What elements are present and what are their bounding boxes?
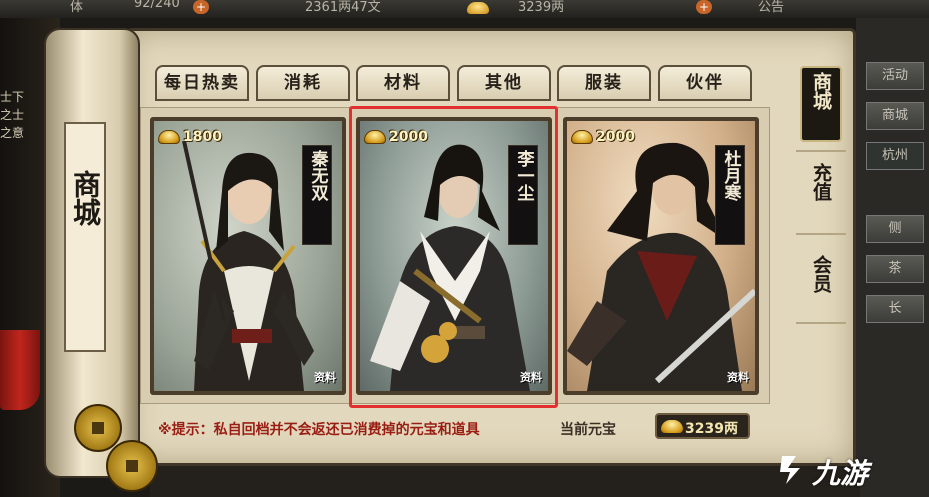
companion-card-du-yuehan[interactable]: 2000 杜月寒 资料 [563,117,759,395]
info-link[interactable]: 资料 [314,369,336,385]
side-item-3[interactable]: 长 [866,295,924,323]
stamina-value: 92/240 [134,0,180,11]
add-ingot-icon[interactable]: + [696,0,712,14]
ingot-icon [661,420,683,433]
page-title: 商城 [64,170,106,256]
bottom-bar [150,466,860,497]
current-ingot-label: 当前元宝 [560,422,616,438]
card-price: 1800 [183,129,222,145]
selection-highlight [349,106,558,408]
side-tab-shop-label: 商城 [810,72,832,110]
location-label: 杭州 [866,142,924,170]
side-text-1: 士下 [0,90,25,104]
tab-daily-hot[interactable]: 每日热卖 [155,65,249,101]
tab-companions[interactable]: 伙伴 [658,65,752,101]
stamina-label: 体 [70,0,84,15]
watermark-logo-icon [780,456,800,484]
side-item-1[interactable]: 侧 [866,215,924,243]
side-tab-recharge-label: 充值 [810,163,832,201]
divider [796,233,846,235]
divider [796,322,846,324]
companion-card-qin-wushuang[interactable]: 1800 秦无双 资料 [150,117,346,395]
ingot-icon [467,2,489,14]
shop-shortcut-button[interactable]: 商城 [866,102,924,130]
notice-button[interactable]: 公告 [758,0,784,15]
card-name-text: 秦无双 [307,150,328,201]
tab-others[interactable]: 其他 [457,65,551,101]
tab-materials[interactable]: 材料 [356,65,450,101]
add-stamina-icon[interactable]: + [193,0,209,14]
current-ingot-value: 3239两 [685,421,738,437]
ingot-icon [571,130,593,144]
money-value: 2361两47文 [305,0,381,15]
side-item-2[interactable]: 茶 [866,255,924,283]
current-ingot-box: 3239两 [655,413,750,439]
price-badge: 1800 [158,127,222,147]
side-tab-shop[interactable]: 商城 [800,66,842,142]
ingot-value: 3239两 [518,0,565,15]
side-text-2: 之士 [0,108,25,122]
tab-costumes[interactable]: 服装 [557,65,651,101]
card-price: 2000 [596,129,635,145]
side-text-3: 之意 [0,126,25,140]
card-name: 秦无双 [302,145,332,245]
tip-text: ※提示：私自回档并不会返还已消费掉的元宝和道具 [158,422,480,438]
tassel-decoration [0,330,40,410]
card-name-text: 杜月寒 [720,150,741,201]
tab-consumables[interactable]: 消耗 [256,65,350,101]
status-bar: 体 92/240 + 2361两47文 3239两 + 公告 [0,0,929,18]
activity-button[interactable]: 活动 [866,62,924,90]
side-tab-recharge[interactable]: 充值 [800,163,842,223]
side-tab-member[interactable]: 会员 [800,255,842,315]
page-title-text: 商城 [69,170,102,226]
coin-icon [106,440,158,492]
price-badge: 2000 [571,127,635,147]
ingot-icon [158,130,180,144]
side-tab-member-label: 会员 [810,255,832,293]
watermark-text: 九游 [812,457,869,490]
divider [796,150,846,152]
card-name: 杜月寒 [715,145,745,245]
info-link[interactable]: 资料 [727,369,749,385]
